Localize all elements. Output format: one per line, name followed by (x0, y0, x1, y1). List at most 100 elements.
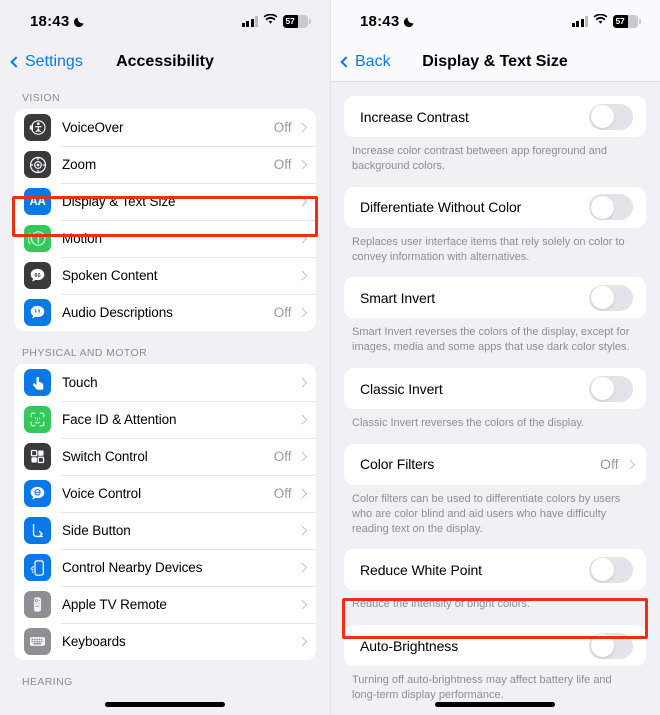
chevron-right-icon (297, 562, 307, 573)
toggle-differentiate-without-color[interactable] (589, 194, 633, 221)
chevron-right-icon (297, 414, 307, 425)
right-phone-screen: 18:43 57 Back Display & Text Size Increa… (330, 0, 660, 715)
toggle-reduce-white-point[interactable] (589, 556, 633, 583)
toggle-smart-invert[interactable] (589, 284, 633, 311)
row-label: Display & Text Size (62, 194, 176, 209)
row-label: Keyboards (62, 634, 126, 649)
setting-label: Smart Invert (360, 289, 436, 306)
back-label: Settings (25, 53, 83, 70)
status-bar-left: 18:43 57 (0, 0, 330, 42)
sidebar-item-control-nearby-devices[interactable]: Control Nearby Devices (14, 549, 316, 586)
sidebar-item-keyboards[interactable]: Keyboards (14, 623, 316, 660)
footnote-auto-brightness: Turning off auto-brightness may affect b… (352, 674, 612, 702)
row-label: Apple TV Remote (62, 597, 167, 612)
zoom-icon (24, 151, 51, 178)
section-header-hearing: HEARING (22, 676, 73, 688)
status-time: 18:43 (30, 12, 70, 30)
left-phone-screen: 18:43 57 Settings Accessibility VISION V… (0, 0, 330, 715)
sidebar-item-motion[interactable]: Motion (14, 220, 316, 257)
row-label: VoiceOver (62, 120, 124, 135)
battery-icon: 57 (613, 14, 641, 28)
row-label: Motion (62, 231, 102, 246)
setting-label: Reduce White Point (360, 561, 482, 578)
sidebar-item-audio-descriptions[interactable]: Audio Descriptions Off (14, 294, 316, 331)
section-header-vision: VISION (22, 92, 60, 104)
sidebar-item-display-text-size[interactable]: AA Display & Text Size (14, 183, 316, 220)
chevron-right-icon (297, 307, 307, 318)
display-text-size-icon: AA (24, 188, 51, 215)
footnote-color-filters: Color filters can be used to differentia… (352, 492, 621, 535)
toggle-auto-brightness[interactable] (589, 632, 633, 659)
chevron-right-icon (625, 459, 635, 470)
wifi-icon (593, 12, 608, 30)
screen-divider (330, 0, 331, 715)
svg-text:60: 60 (34, 273, 40, 279)
battery-icon: 57 (283, 14, 311, 28)
section-header-physical-and-motor: PHYSICAL AND MOTOR (22, 347, 148, 359)
crescent-moon-icon (403, 15, 416, 28)
footnote-reduce-white-point: Reduce the intensity of bright colors. (352, 598, 530, 611)
chevron-right-icon (297, 599, 307, 610)
setting-row-increase-contrast[interactable]: Increase Contrast (344, 96, 646, 137)
motion-icon (24, 225, 51, 252)
back-to-settings-button[interactable]: Settings (10, 53, 83, 71)
sidebar-item-face-id-attention[interactable]: Face ID & Attention (14, 401, 316, 438)
voice-control-icon (24, 480, 51, 507)
sidebar-item-switch-control[interactable]: Switch Control Off (14, 438, 316, 475)
cellular-signal-icon (241, 15, 258, 27)
back-label: Back (355, 52, 391, 70)
setting-label: Color Filters (360, 456, 435, 473)
setting-label: Auto-Brightness (360, 637, 459, 654)
row-label: Touch (62, 375, 98, 390)
row-label: Audio Descriptions (62, 305, 173, 320)
chevron-right-icon (297, 377, 307, 388)
row-label: Side Button (62, 523, 131, 538)
status-bar-right: 18:43 57 (330, 0, 660, 42)
chevron-right-icon (297, 196, 307, 207)
toggle-increase-contrast[interactable] (589, 103, 633, 130)
battery-level: 57 (615, 16, 625, 26)
row-label: Control Nearby Devices (62, 560, 203, 575)
switch-control-icon (24, 443, 51, 470)
setting-row-classic-invert[interactable]: Classic Invert (344, 368, 646, 410)
setting-label: Classic Invert (360, 380, 443, 397)
keyboards-icon (24, 628, 51, 655)
setting-row-color-filters[interactable]: Color Filters Off (344, 443, 646, 485)
physical-motor-card: Touch Face ID & Attention Switch Control… (14, 364, 316, 660)
setting-row-reduce-white-point[interactable]: Reduce White Point (344, 549, 646, 591)
sidebar-item-spoken-content[interactable]: 60 Spoken Content (14, 257, 316, 294)
chevron-right-icon (297, 488, 307, 499)
chevron-right-icon (297, 525, 307, 536)
row-value: Off (273, 120, 292, 135)
footnote-differentiate-without-color: Replaces user interface items that rely … (352, 235, 625, 263)
setting-label: Increase Contrast (360, 108, 469, 125)
sidebar-item-side-button[interactable]: Side Button (14, 512, 316, 549)
sidebar-item-voiceover[interactable]: VoiceOver Off (14, 109, 316, 146)
sidebar-item-apple-tv-remote[interactable]: Apple TV Remote (14, 586, 316, 623)
row-label: Switch Control (62, 449, 148, 464)
apple-tv-remote-icon (24, 591, 51, 618)
footnote-smart-invert: Smart Invert reverses the colors of the … (352, 326, 630, 354)
nav-bar-left: Settings Accessibility (0, 42, 330, 82)
chevron-right-icon (297, 122, 307, 133)
row-value: Off (273, 449, 292, 464)
toggle-classic-invert[interactable] (589, 375, 633, 402)
setting-row-smart-invert[interactable]: Smart Invert (344, 277, 646, 319)
sidebar-item-zoom[interactable]: Zoom Off (14, 146, 316, 183)
home-indicator-right (435, 702, 555, 707)
setting-row-differentiate-without-color[interactable]: Differentiate Without Color (344, 186, 646, 228)
back-button[interactable]: Back (340, 52, 391, 71)
chevron-right-icon (297, 233, 307, 244)
sidebar-item-touch[interactable]: Touch (14, 364, 316, 401)
sidebar-item-voice-control[interactable]: Voice Control Off (14, 475, 316, 512)
accessibility-list: VISION VoiceOver Off Zoom Off AA Display… (0, 82, 330, 693)
spoken-content-icon: 60 (24, 262, 51, 289)
row-value: Off (273, 157, 292, 172)
chevron-left-icon (340, 55, 352, 68)
chevron-right-icon (297, 159, 307, 170)
nav-bar-right: Back Display & Text Size (330, 42, 660, 82)
vision-card: VoiceOver Off Zoom Off AA Display & Text… (14, 109, 316, 331)
chevron-left-icon (10, 56, 22, 68)
setting-row-auto-brightness[interactable]: Auto-Brightness (344, 625, 646, 667)
row-value: Off (273, 486, 292, 501)
